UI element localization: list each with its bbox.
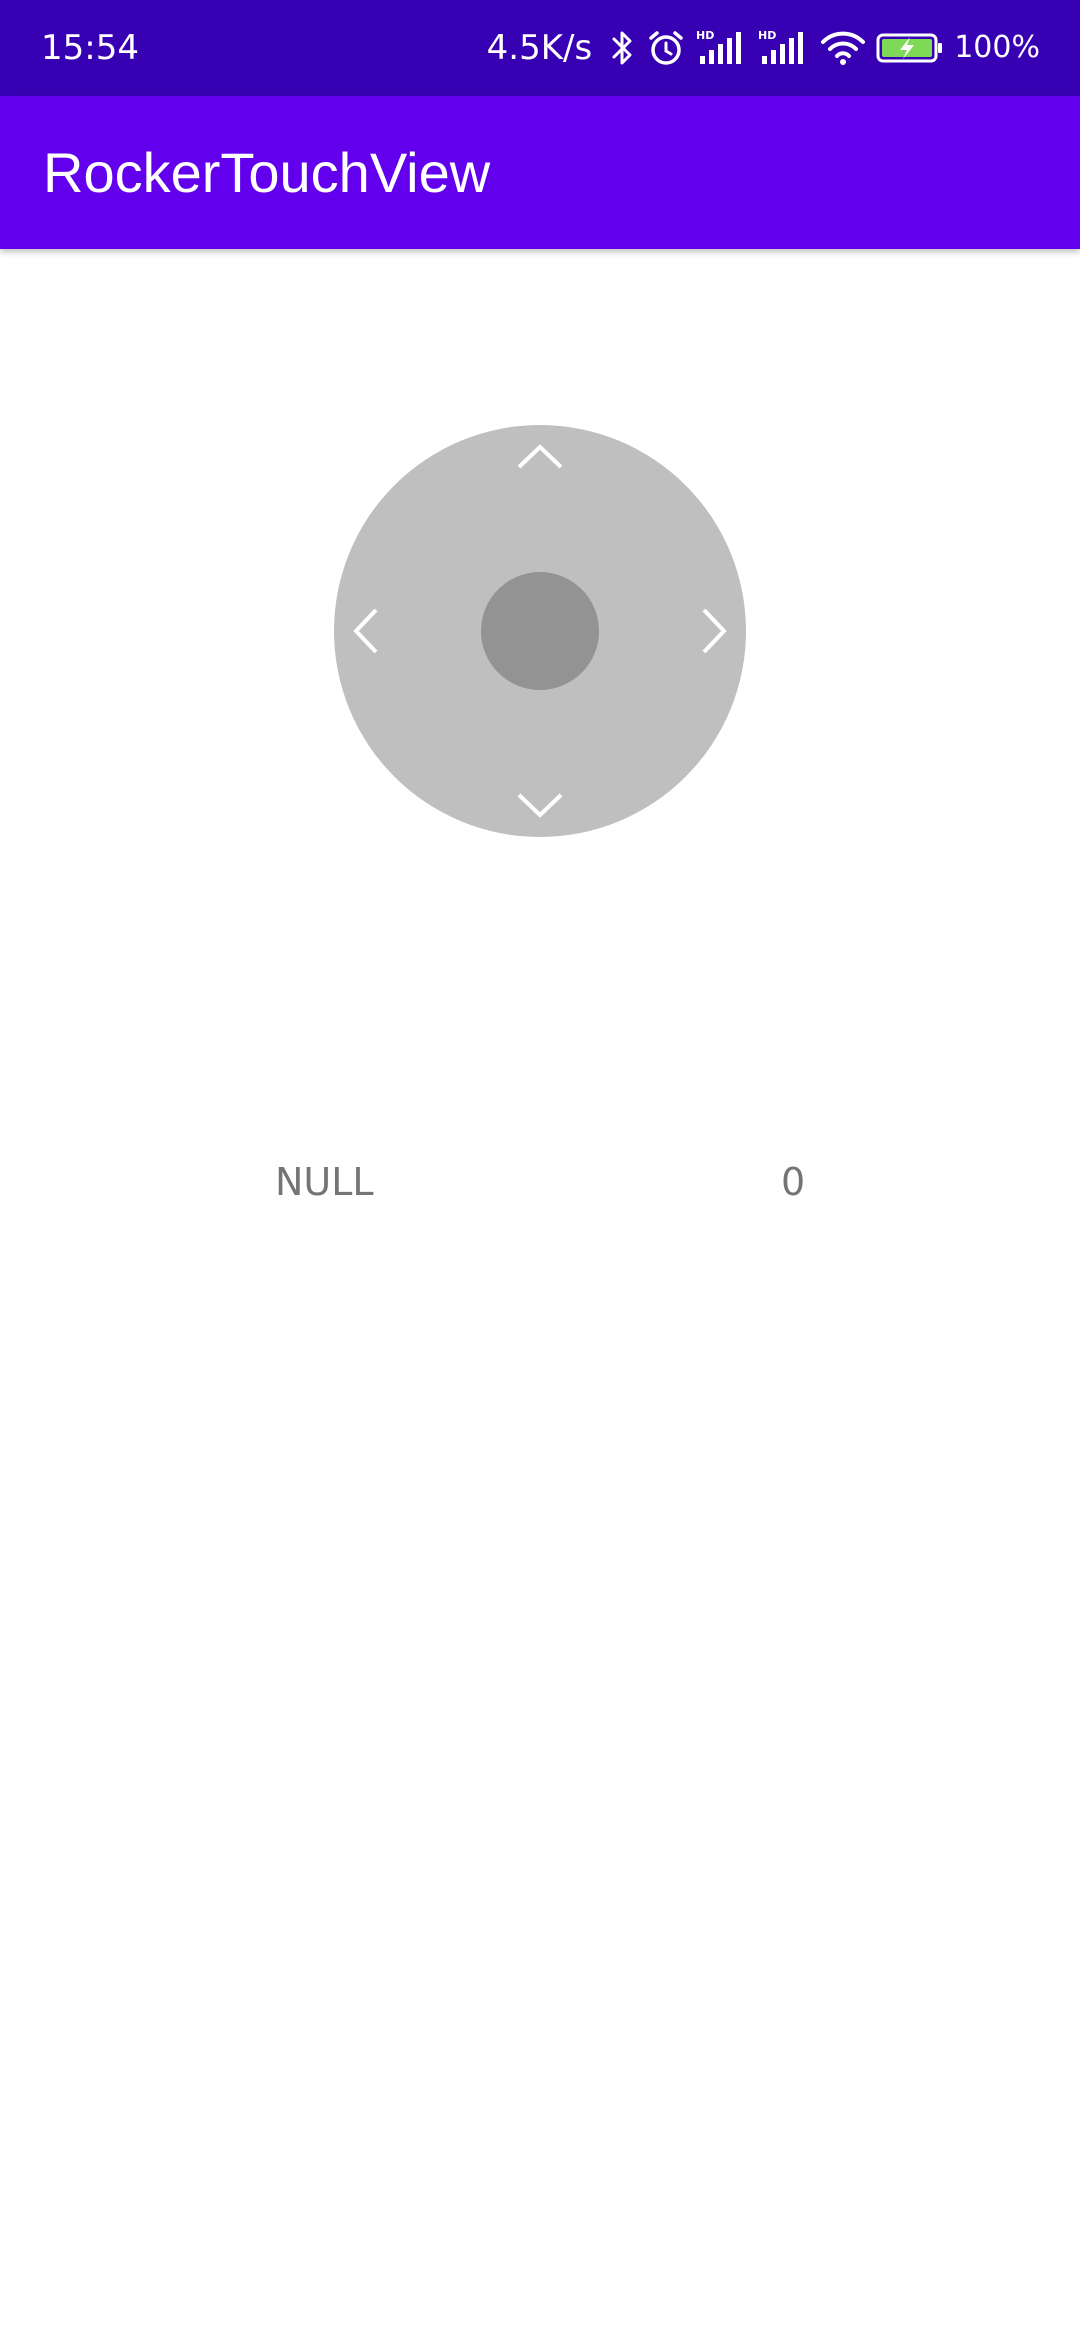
battery-charging-icon	[876, 33, 943, 63]
app-title: RockerTouchView	[43, 141, 491, 204]
status-bar: 15:54 4.5K/s HD HD 100%	[0, 0, 1080, 96]
bluetooth-icon	[612, 31, 632, 65]
rocker-pad[interactable]	[334, 425, 746, 837]
status-time: 15:54	[41, 28, 139, 68]
app-bar: RockerTouchView	[0, 96, 1080, 249]
signal-hd-icon: HD	[696, 29, 742, 64]
network-speed: 4.5K/s	[486, 28, 593, 68]
rocker-knob[interactable]	[481, 572, 599, 690]
svg-text:HD: HD	[696, 29, 714, 42]
direction-text: NULL	[275, 1160, 374, 1204]
battery-percent: 100%	[954, 30, 1040, 65]
status-icons: 4.5K/s HD HD 100%	[487, 22, 1040, 74]
distance-text: 0	[781, 1160, 806, 1204]
signal-hd-icon: HD	[758, 29, 804, 64]
wifi-icon	[821, 31, 866, 65]
svg-text:HD: HD	[758, 29, 776, 42]
alarm-icon	[649, 31, 683, 65]
